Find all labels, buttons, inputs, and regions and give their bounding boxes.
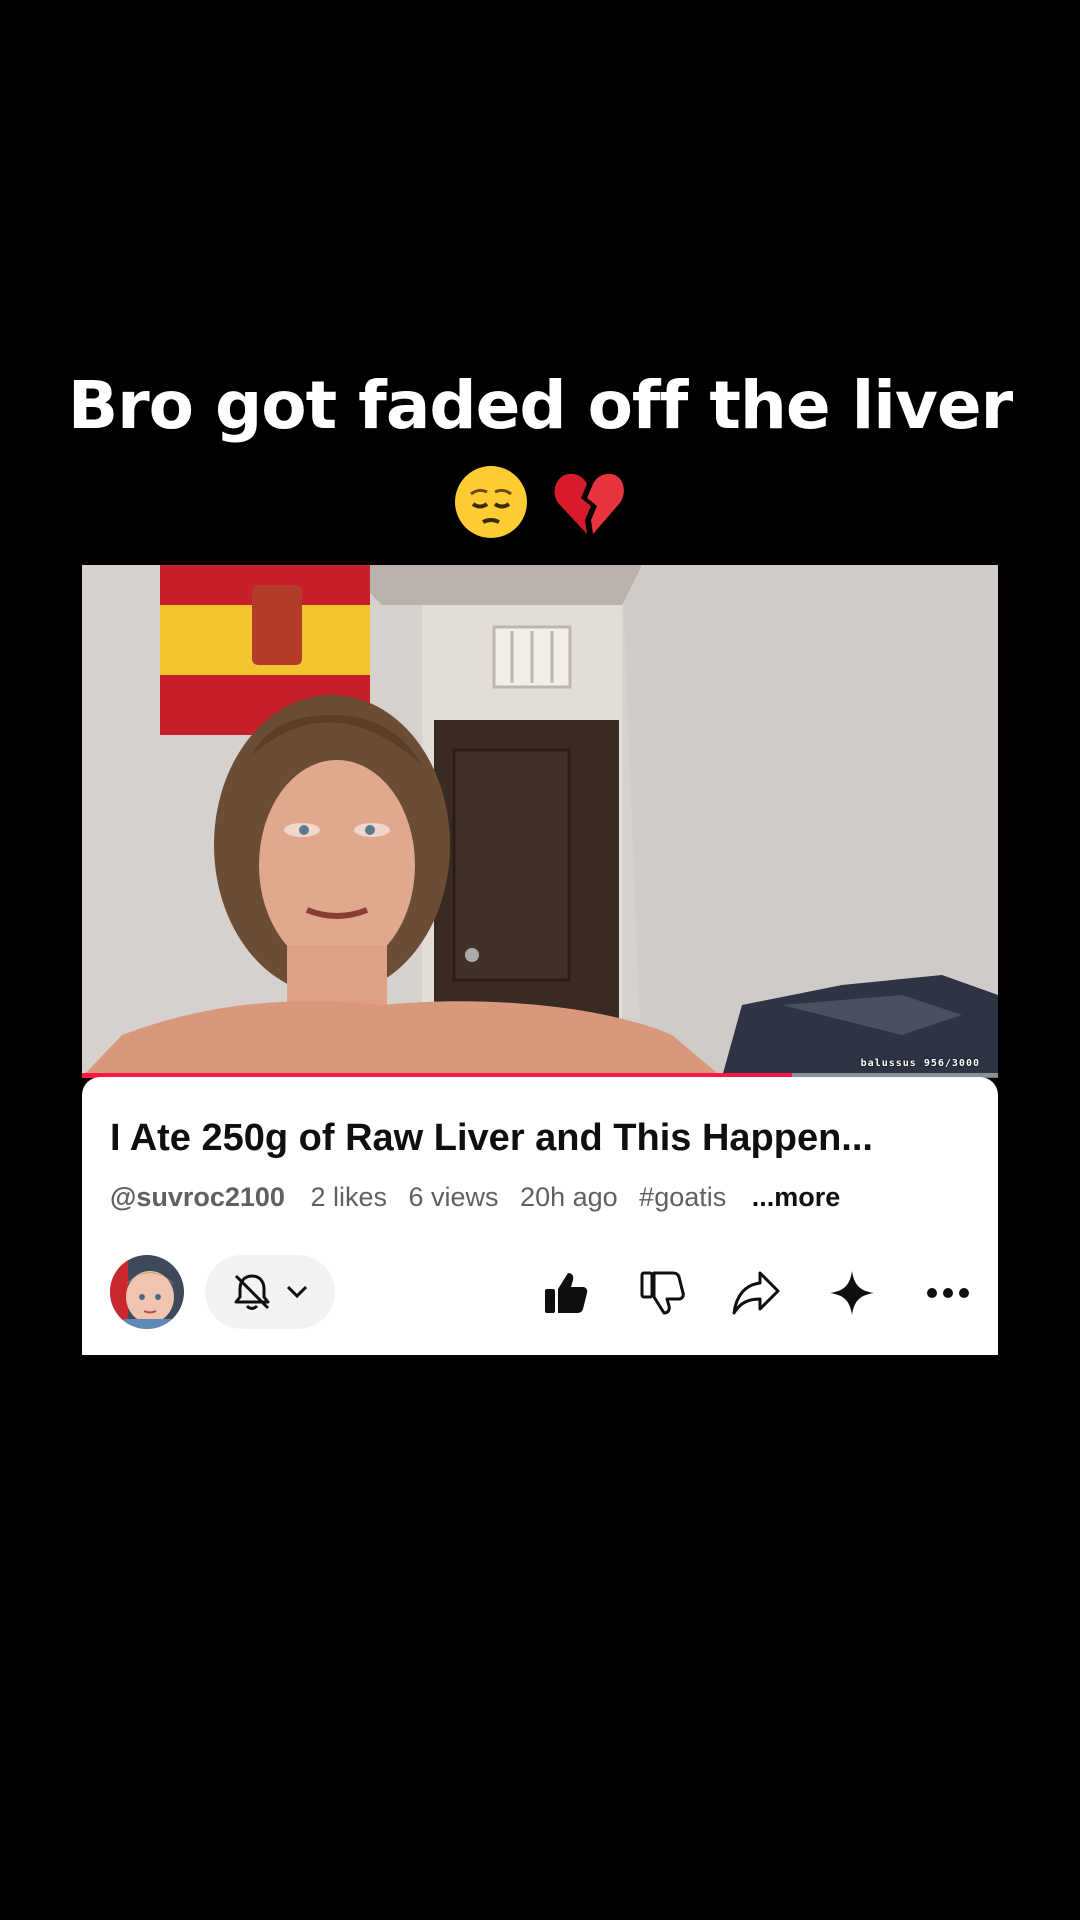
- video-watermark: balussus 956/3000: [860, 1058, 980, 1069]
- view-count: 6 views: [408, 1182, 499, 1212]
- share-button[interactable]: [730, 1267, 782, 1319]
- caption-text: Bro got faded off the liver: [67, 367, 1013, 444]
- upload-age: 20h ago: [520, 1182, 618, 1212]
- video-info-card: I Ate 250g of Raw Liver and This Happen.…: [82, 1077, 998, 1355]
- like-count: 2 likes: [310, 1182, 387, 1212]
- video-frame: [82, 565, 998, 1077]
- thumbs-down-icon: [640, 1271, 685, 1315]
- like-button[interactable]: [539, 1267, 591, 1319]
- share-arrow-icon: [732, 1271, 780, 1315]
- more-actions-button[interactable]: [922, 1267, 974, 1319]
- more-link[interactable]: ...more: [752, 1182, 841, 1212]
- subscribe-notification-button[interactable]: [205, 1255, 335, 1329]
- pensive-face-emoji: [455, 465, 527, 538]
- thumbs-up-filled-icon: [545, 1273, 588, 1313]
- bell-off-icon: [234, 1274, 270, 1310]
- channel-handle[interactable]: @suvroc2100: [110, 1182, 285, 1212]
- channel-avatar[interactable]: [110, 1255, 184, 1329]
- ask-ai-button[interactable]: [826, 1267, 878, 1319]
- overlay-caption: Bro got faded off the liver: [40, 360, 1040, 544]
- caption-emojis: [40, 452, 1040, 544]
- more-horizontal-icon: [927, 1288, 969, 1298]
- sparkle-icon: [830, 1271, 874, 1315]
- video-player[interactable]: balussus 956/3000: [82, 565, 998, 1077]
- video-meta: @suvroc2100 2 likes 6 views 20h ago #goa…: [110, 1182, 854, 1213]
- dislike-button[interactable]: [635, 1267, 687, 1319]
- hashtag-link[interactable]: #goatis: [639, 1182, 726, 1212]
- video-title[interactable]: I Ate 250g of Raw Liver and This Happen.…: [110, 1117, 980, 1160]
- broken-heart-emoji: [554, 473, 624, 534]
- avatar-image: [110, 1255, 184, 1329]
- chevron-down-icon: [286, 1285, 308, 1299]
